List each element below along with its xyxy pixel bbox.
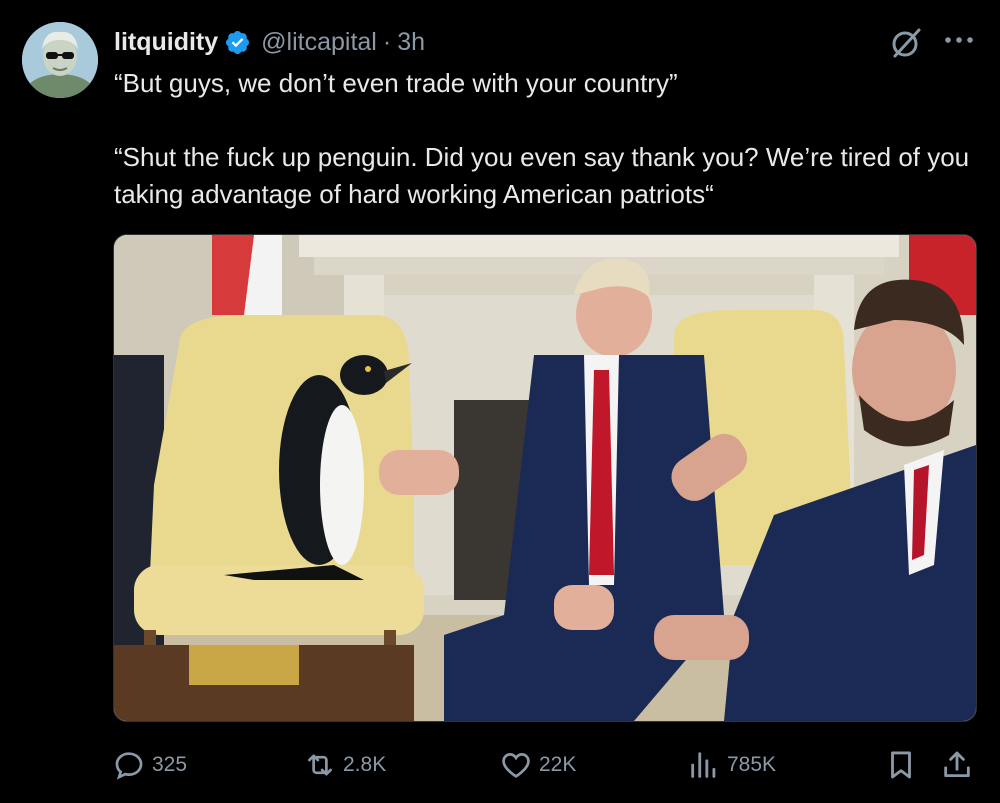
photo-oval-office-penguin <box>114 235 976 721</box>
action-bar: 325 2.8K 22K 785K <box>0 745 1000 785</box>
bookmark-button[interactable] <box>884 745 924 785</box>
reply-icon <box>115 752 143 780</box>
avatar[interactable] <box>22 22 98 98</box>
grok-icon[interactable] <box>889 26 923 60</box>
reply-count: 325 <box>152 753 188 776</box>
display-name[interactable]: litquidity <box>114 28 218 57</box>
like-count: 22K <box>539 753 577 776</box>
tweet-media-image[interactable] <box>113 234 977 722</box>
views-button[interactable]: 785K <box>687 745 776 785</box>
timestamp[interactable]: 3h <box>397 28 425 57</box>
reply-button[interactable]: 325 <box>112 745 187 785</box>
bookmark-icon <box>891 751 911 779</box>
verified-badge-icon <box>224 29 251 56</box>
separator-dot: · <box>382 27 392 56</box>
tweet-text: “But guys, we don’t even trade with your… <box>114 68 970 209</box>
like-button[interactable]: 22K <box>499 745 576 785</box>
more-options-icon[interactable] <box>942 27 976 53</box>
tweet: litquidity @litcapital · 3h “But guys, w… <box>0 0 1000 803</box>
repost-count: 2.8K <box>343 753 387 776</box>
share-icon <box>944 751 970 778</box>
repost-button[interactable]: 2.8K <box>303 745 386 785</box>
views-count: 785K <box>727 753 777 776</box>
tweet-header: litquidity @litcapital · 3h <box>114 24 425 60</box>
handle[interactable]: @litcapital <box>261 28 377 57</box>
retweet-icon <box>308 754 332 776</box>
like-icon <box>502 753 530 778</box>
share-button[interactable] <box>940 745 980 785</box>
avatar-image <box>22 22 98 98</box>
views-icon <box>691 752 716 778</box>
